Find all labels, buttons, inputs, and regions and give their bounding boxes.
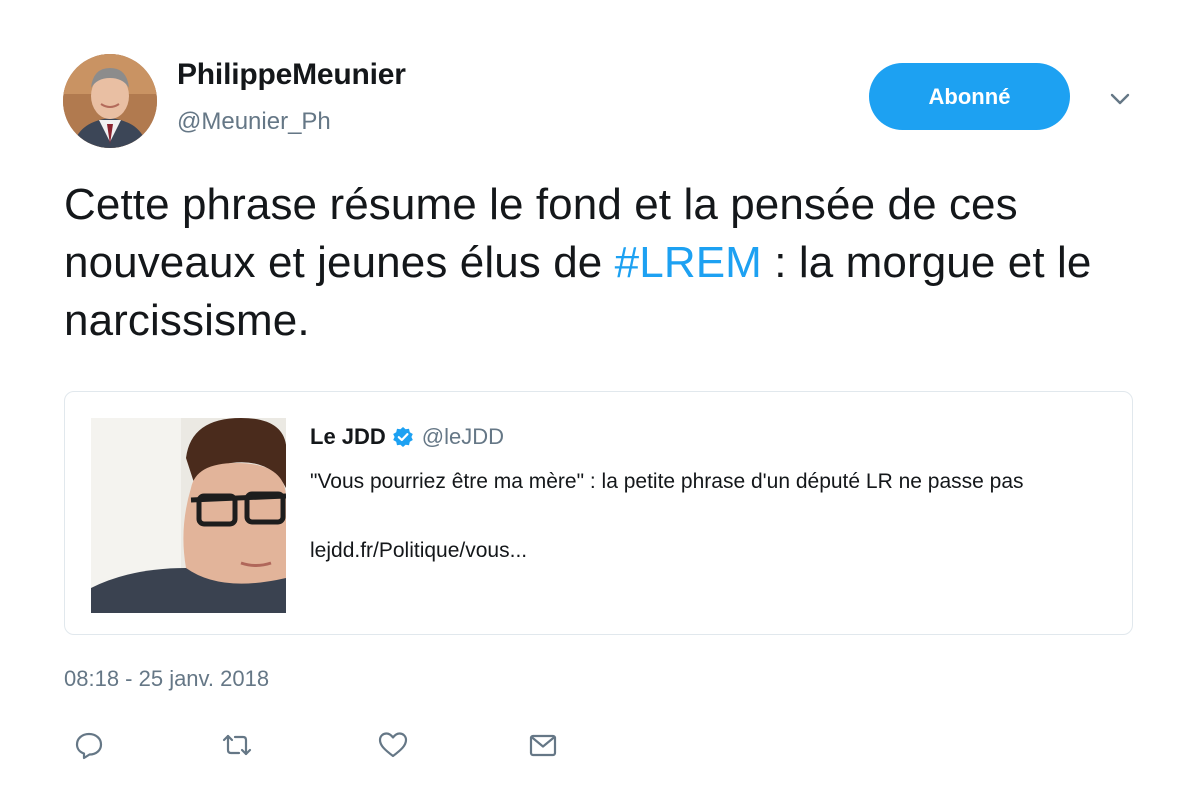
author-handle[interactable]: @Meunier_Ph (177, 108, 331, 136)
author-avatar[interactable] (63, 54, 157, 148)
chevron-down-icon[interactable] (1104, 86, 1136, 112)
card-account-name: Le JDD (310, 424, 386, 449)
tweet-timestamp[interactable]: 08:18 - 25 janv. 2018 (64, 666, 269, 692)
card-thumbnail (91, 418, 286, 613)
card-link-url[interactable]: lejdd.fr/Politique/vous... (310, 539, 527, 563)
card-account-handle: @leJDD (421, 424, 505, 449)
card-header: Le JDD @leJDD (310, 424, 504, 450)
link-card[interactable]: Le JDD @leJDD "Vous pourriez être ma mèr… (64, 391, 1133, 635)
author-display-name[interactable]: PhilippeMeunier (177, 58, 406, 92)
hashtag-link[interactable]: #LREM (615, 238, 762, 287)
verified-badge-icon (392, 426, 414, 448)
follow-button[interactable]: Abonné (869, 63, 1070, 130)
tweet: PhilippeMeunier @Meunier_Ph Abonné Cette… (0, 0, 1200, 808)
tweet-text: Cette phrase résume le fond et la pensée… (64, 176, 1154, 350)
like-icon[interactable] (376, 728, 410, 762)
reply-icon[interactable] (72, 728, 106, 762)
card-description: "Vous pourriez être ma mère" : la petite… (310, 470, 1024, 493)
message-icon[interactable] (526, 728, 560, 762)
retweet-icon[interactable] (220, 728, 254, 762)
